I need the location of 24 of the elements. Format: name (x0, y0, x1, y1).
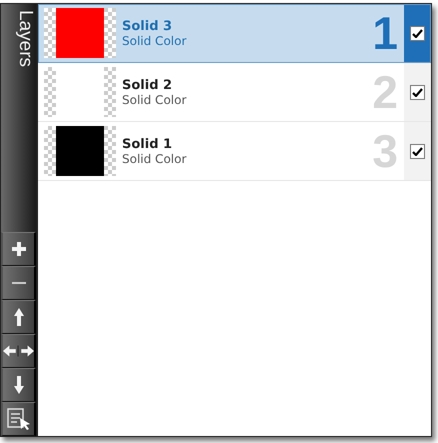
visibility-checkbox[interactable] (410, 84, 425, 100)
remove-button[interactable] (1, 266, 36, 300)
layer-name: Solid 2 (122, 78, 174, 92)
panel-title: Layers (14, 9, 36, 70)
swap-button[interactable] (1, 334, 36, 368)
visibility-checkbox[interactable] (410, 144, 425, 158)
layer-name: Solid 1 (122, 136, 174, 152)
remove-icon (12, 282, 26, 284)
up-arrow-icon (14, 308, 24, 326)
layer-type: Solid Color (122, 152, 188, 166)
layer-number: 1 (372, 6, 399, 60)
properties-button[interactable] (1, 402, 36, 436)
left-right-arrows-icon (3, 345, 34, 357)
up-button[interactable] (1, 300, 36, 334)
add-icon (12, 242, 26, 256)
properties-icon (6, 408, 30, 430)
layer-type: Solid Color (122, 34, 188, 48)
add-button[interactable] (1, 232, 36, 266)
layer-row[interactable]: Solid 3 Solid Color 1 (38, 4, 431, 63)
visibility-checkbox[interactable] (410, 26, 425, 40)
down-arrow-icon (14, 376, 24, 394)
down-button[interactable] (1, 368, 36, 402)
layer-type: Solid Color (122, 92, 188, 106)
layer-name: Solid 3 (122, 18, 174, 34)
